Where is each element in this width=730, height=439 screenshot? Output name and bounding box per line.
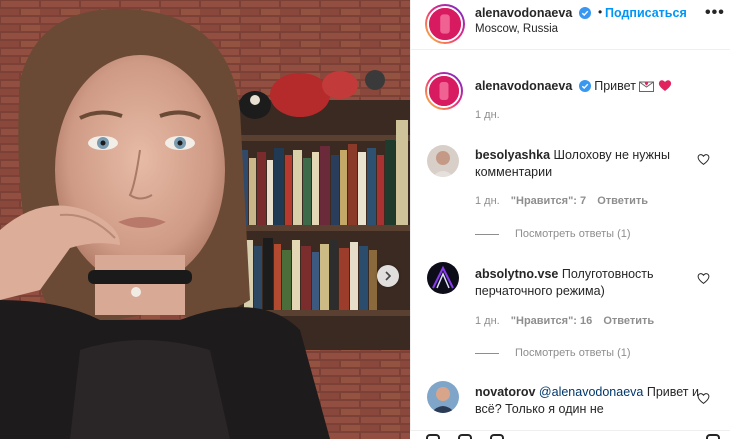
comment-mention[interactable]: @alenavodonaeva: [539, 385, 643, 399]
comment-meta: 1 дн. "Нравится": 16 Ответить: [475, 315, 662, 327]
verified-badge-icon: [578, 7, 591, 19]
comment-text: novatorov @alenavodonaeva Привет и всё? …: [475, 384, 705, 418]
view-replies-button[interactable]: Посмотреть ответы (1): [475, 228, 631, 240]
post-photo[interactable]: [0, 0, 410, 439]
comment-likes[interactable]: "Нравится": 16: [511, 315, 592, 327]
author-avatar[interactable]: [425, 4, 465, 44]
verified-badge-icon: [578, 80, 591, 92]
divider-line: [475, 233, 499, 235]
commenter-avatar[interactable]: [427, 381, 459, 413]
avatar-image: [429, 76, 459, 106]
post-action-bar: [410, 430, 730, 439]
chevron-right-icon: [385, 271, 392, 281]
red-heart-emoji: [658, 80, 672, 91]
more-options-button[interactable]: •••: [705, 4, 725, 22]
comment-time[interactable]: 1 дн.: [475, 195, 500, 207]
comment-username[interactable]: absolytno.vse: [475, 267, 558, 281]
caption-time[interactable]: 1 дн.: [475, 109, 500, 121]
reply-button[interactable]: Ответить: [597, 195, 648, 207]
like-comment-heart-icon[interactable]: [697, 153, 710, 166]
post-sidebar: alenavodonaeva • Подписаться Moscow, Rus…: [410, 0, 730, 439]
bookshelf: [230, 70, 410, 350]
commenter-avatar[interactable]: [427, 145, 459, 177]
post-header: alenavodonaeva • Подписаться Moscow, Rus…: [411, 0, 730, 50]
caption-text: alenavodonaeva Привет: [475, 78, 705, 95]
like-comment-heart-icon[interactable]: [697, 272, 710, 285]
caption-meta: 1 дн.: [475, 109, 508, 121]
next-photo-button[interactable]: [377, 265, 399, 287]
divider-line: [475, 352, 499, 354]
avatar-image: [429, 8, 461, 40]
selfie-image: [0, 0, 410, 439]
post-location[interactable]: Moscow, Russia: [475, 23, 558, 35]
like-icon[interactable]: [426, 434, 440, 439]
caption-avatar[interactable]: [425, 72, 463, 110]
author-username[interactable]: alenavodonaeva: [475, 6, 591, 20]
commenter-avatar[interactable]: [427, 262, 459, 294]
separator-dot: •: [598, 5, 603, 19]
comment-text: absolytno.vse Полуготовность перчаточног…: [475, 266, 705, 300]
save-icon[interactable]: [706, 434, 720, 439]
like-comment-heart-icon[interactable]: [697, 392, 710, 405]
comment-username[interactable]: besolyashka: [475, 148, 550, 162]
comment-username[interactable]: novatorov: [475, 385, 535, 399]
envelope-heart-emoji: [639, 81, 655, 92]
caption-username[interactable]: alenavodonaeva: [475, 79, 572, 93]
caption-body: Привет: [594, 79, 636, 93]
comment-text: besolyashka Шолохову не нужны комментари…: [475, 147, 705, 181]
reply-button[interactable]: Ответить: [603, 315, 654, 327]
share-icon[interactable]: [490, 434, 504, 439]
comment-likes[interactable]: "Нравится": 7: [511, 195, 586, 207]
comment-meta: 1 дн. "Нравится": 7 Ответить: [475, 195, 656, 207]
comment-icon[interactable]: [458, 434, 472, 439]
comment-time[interactable]: 1 дн.: [475, 315, 500, 327]
view-replies-button[interactable]: Посмотреть ответы (1): [475, 347, 631, 359]
follow-button[interactable]: Подписаться: [605, 6, 687, 20]
